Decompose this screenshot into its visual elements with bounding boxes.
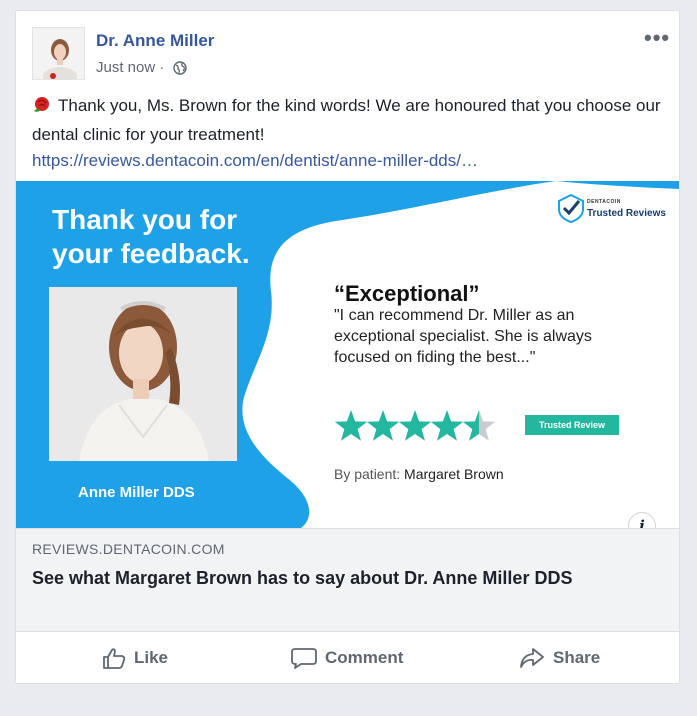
post-body: Thank you, Ms. Brown for the kind words!… bbox=[32, 93, 662, 174]
star-icon bbox=[398, 410, 432, 441]
by-patient-label: By patient: bbox=[334, 466, 401, 482]
comment-button[interactable]: Comment bbox=[291, 633, 403, 683]
comment-label: Comment bbox=[325, 648, 404, 667]
trusted-review-badge: Trusted Review bbox=[525, 415, 619, 435]
more-options-button[interactable]: ••• bbox=[644, 25, 670, 51]
patient-name: Margaret Brown bbox=[404, 466, 504, 482]
link-preview-caption[interactable]: REVIEWS.DENTACOIN.COM See what Margaret … bbox=[16, 528, 679, 632]
hero-heading: Thank you for your feedback. bbox=[52, 203, 250, 271]
star-icon bbox=[366, 410, 400, 441]
meta-separator: · bbox=[159, 59, 165, 76]
post-meta: Just now · bbox=[96, 59, 187, 79]
like-label: Like bbox=[134, 648, 169, 667]
by-patient: By patient: Margaret Brown bbox=[334, 466, 504, 482]
photo-caption: Anne Miller DDS bbox=[78, 484, 195, 501]
timestamp[interactable]: Just now bbox=[96, 59, 155, 76]
author-name[interactable]: Dr. Anne Miller bbox=[96, 31, 214, 51]
avatar[interactable] bbox=[32, 27, 85, 80]
post-text: Thank you, Ms. Brown for the kind words!… bbox=[32, 96, 661, 144]
link-domain: REVIEWS.DENTACOIN.COM bbox=[32, 541, 225, 557]
shield-check-icon bbox=[558, 193, 584, 223]
share-button[interactable]: Share bbox=[519, 633, 600, 683]
hero-heading-line1: Thank you for bbox=[52, 204, 238, 235]
star-icon bbox=[462, 410, 496, 441]
trusted-reviews-logo: DENTACOIN Trusted Reviews bbox=[557, 193, 666, 223]
share-label: Share bbox=[553, 648, 601, 667]
logo-small-text: DENTACOIN bbox=[587, 199, 621, 205]
globe-icon[interactable] bbox=[172, 61, 187, 79]
hero-heading-line2: your feedback. bbox=[52, 238, 250, 269]
quote-title: “Exceptional” bbox=[334, 281, 480, 306]
thumbs-up-icon bbox=[103, 648, 126, 669]
action-bar: Like Comment Share bbox=[16, 633, 679, 683]
post-card: Dr. Anne Miller Just now · ••• Thank you… bbox=[15, 10, 680, 684]
star-icon bbox=[430, 410, 464, 441]
logo-text: Trusted Reviews bbox=[587, 208, 666, 219]
rose-emoji-icon bbox=[32, 96, 52, 122]
dentist-photo bbox=[49, 287, 237, 461]
link-preview-image[interactable]: Thank you for your feedback. Anne Miller… bbox=[16, 181, 679, 528]
link-title[interactable]: See what Margaret Brown has to say about… bbox=[32, 565, 652, 591]
quote-body: "I can recommend Dr. Miller as an except… bbox=[334, 307, 592, 366]
comment-icon bbox=[291, 648, 317, 669]
like-button[interactable]: Like bbox=[102, 633, 168, 683]
post-link[interactable]: https://reviews.dentacoin.com/en/dentist… bbox=[32, 151, 478, 170]
star-rating bbox=[334, 410, 496, 441]
star-icon bbox=[334, 410, 368, 441]
share-arrow-icon bbox=[520, 648, 544, 668]
